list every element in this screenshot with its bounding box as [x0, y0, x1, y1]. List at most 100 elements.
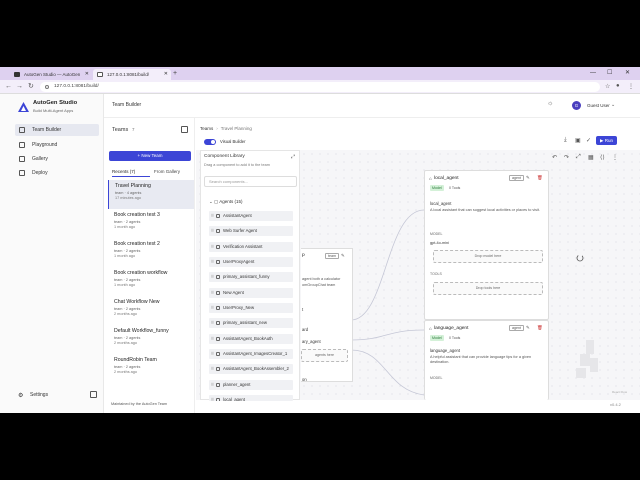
- library-item[interactable]: UserProxy_New: [209, 303, 293, 313]
- team-builder-icon: [19, 127, 25, 133]
- library-item[interactable]: planner_agent: [209, 380, 293, 390]
- edit-icon[interactable]: ✎: [526, 325, 530, 331]
- team-item[interactable]: Default Workflow_funny team · 2 agents 2…: [108, 325, 194, 354]
- team-time: 2 months ago: [114, 341, 138, 345]
- bot-icon: [216, 275, 220, 279]
- visual-builder-toggle[interactable]: [204, 139, 216, 145]
- gallery-icon: [19, 156, 25, 162]
- url-field[interactable]: 127.0.0.1:8081/build/: [40, 82, 600, 92]
- chevron-down-icon[interactable]: ⌄: [611, 102, 615, 108]
- team-node[interactable]: p team ✎ agent both a calculator omGroup…: [301, 248, 353, 382]
- react-flow-attribution[interactable]: React Flow: [612, 390, 627, 394]
- close-window-icon[interactable]: ✕: [625, 67, 630, 80]
- team-item[interactable]: Book creation test 2 team · 2 agents 1 m…: [108, 238, 194, 267]
- more-icon[interactable]: ⋮: [612, 154, 618, 161]
- minimap-block: [580, 354, 590, 366]
- fit-view-icon[interactable]: ⤢: [576, 154, 581, 161]
- sidebar-item-label: Deploy: [32, 170, 48, 176]
- node-row: ary_agent: [302, 339, 321, 344]
- forward-icon[interactable]: →: [16, 82, 23, 92]
- team-meta: team · 2 agents: [114, 249, 141, 253]
- library-item[interactable]: AssistantAgent_BookAuth: [209, 334, 293, 344]
- user-name[interactable]: Guest User: [587, 103, 610, 108]
- library-item[interactable]: Web Surfer Agent: [209, 226, 293, 236]
- edit-icon[interactable]: ✎: [526, 175, 530, 181]
- edit-icon[interactable]: ✎: [341, 253, 345, 259]
- drop-model-zone[interactable]: Drop model here: [433, 250, 543, 263]
- expand-icon[interactable]: ⤢: [291, 154, 295, 160]
- run-button[interactable]: ▶ Run: [596, 136, 617, 145]
- collapse-sidebar-icon[interactable]: [90, 391, 97, 398]
- save-icon[interactable]: ▣: [575, 137, 581, 144]
- library-item[interactable]: Verification Assistant: [209, 242, 293, 252]
- json-view-icon[interactable]: ⟨⟩: [600, 154, 605, 161]
- validate-icon[interactable]: ✓: [586, 137, 591, 144]
- breadcrumb-teams[interactable]: Teams: [200, 126, 213, 131]
- drop-tools-zone[interactable]: Drop tools here: [433, 282, 543, 295]
- browser-tab-build[interactable]: 127.0.0.1:8081/build/ ✕: [93, 69, 171, 80]
- agent-node-language-agent[interactable]: ⌂ language_agent agent ✎ 🗑 Model 0 Tools…: [424, 320, 549, 400]
- close-tab-icon[interactable]: ✕: [164, 69, 168, 80]
- site-info-icon[interactable]: [45, 85, 49, 89]
- team-item[interactable]: Book creation workflow team · 2 agents 1…: [108, 267, 194, 296]
- star-icon[interactable]: ☆: [605, 83, 610, 90]
- library-item[interactable]: local_agent: [209, 395, 293, 401]
- delete-icon[interactable]: 🗑: [537, 325, 543, 331]
- minimize-icon[interactable]: —: [590, 67, 596, 80]
- maximize-icon[interactable]: ☐: [607, 67, 612, 80]
- team-item[interactable]: Travel Planning team · 4 agents 17 minut…: [108, 180, 194, 209]
- undo-icon[interactable]: ↶: [552, 154, 557, 161]
- tab-from-gallery[interactable]: From Gallery: [154, 167, 194, 177]
- library-item[interactable]: New Agent: [209, 288, 293, 298]
- sun-icon[interactable]: ☼: [547, 100, 553, 107]
- close-tab-icon[interactable]: ✕: [85, 69, 89, 80]
- favicon-icon: [14, 72, 20, 77]
- library-item[interactable]: primary_assistant_funny: [209, 272, 293, 282]
- agents-section-header[interactable]: ⌄ ▢ Agents (15): [209, 199, 243, 205]
- new-team-button[interactable]: + New Team: [109, 151, 191, 161]
- library-item[interactable]: primary_assistant_new: [209, 318, 293, 328]
- sidebar-item-deploy[interactable]: Deploy: [15, 167, 99, 179]
- flow-canvas[interactable]: ↶ ↷ ⤢ ▦ ⟨⟩ ⋮ p team ✎ agent both a calcu: [196, 150, 640, 401]
- tab-recents[interactable]: Recents (7): [112, 167, 150, 177]
- menu-icon[interactable]: ⋮: [628, 83, 634, 90]
- library-item[interactable]: UserProxyAgent: [209, 257, 293, 267]
- library-item-label: UserProxy_New: [223, 305, 255, 310]
- model-pill: Model: [430, 335, 444, 341]
- browser-tab-bar: AutoGen Studio — AutoGen ✕ 127.0.0.1:808…: [0, 67, 640, 80]
- team-item[interactable]: Chat Workflow New team · 2 agents 2 mont…: [108, 296, 194, 325]
- team-item[interactable]: Book creation test 3 team · 2 agents 1 m…: [108, 209, 194, 238]
- library-item[interactable]: AssistantAgent_ImagesCreator_1: [209, 349, 293, 359]
- agent-node-local-agent[interactable]: ⌂ local_agent agent ✎ 🗑 Model 0 Tools lo…: [424, 170, 549, 320]
- team-node-name-fragment: p: [302, 253, 305, 258]
- browser-tab-autogen-docs[interactable]: AutoGen Studio — AutoGen ✕: [10, 69, 92, 80]
- sidebar-item-gallery[interactable]: Gallery: [15, 153, 99, 165]
- redo-icon[interactable]: ↷: [564, 154, 569, 161]
- footer-text: Maintained by the AutoGen Team: [111, 402, 168, 406]
- new-tab-icon[interactable]: +: [173, 69, 177, 79]
- back-icon[interactable]: ←: [5, 82, 12, 92]
- sidebar-item-team-builder[interactable]: Team Builder: [15, 124, 99, 136]
- delete-icon[interactable]: 🗑: [537, 175, 543, 181]
- library-item-label: primary_assistant_new: [223, 320, 267, 325]
- library-item[interactable]: AssistantAgent: [209, 211, 293, 221]
- minimap[interactable]: [572, 340, 602, 380]
- reload-icon[interactable]: ↻: [28, 82, 34, 92]
- team-name: Travel Planning: [115, 183, 151, 189]
- component-search-input[interactable]: Search components...: [204, 176, 297, 187]
- library-subtitle: Drag a component to add it to the team: [204, 163, 270, 167]
- team-item[interactable]: RoundRobin Team team · 2 agents 2 months…: [108, 354, 194, 383]
- panel-toggle-icon[interactable]: [181, 126, 188, 133]
- drop-agents-zone[interactable]: agents here: [301, 349, 348, 362]
- settings-link[interactable]: ⚙ Settings: [18, 392, 48, 399]
- team-builder: Teams › Travel Planning Visual Builder ⤓ ▣…: [196, 118, 640, 401]
- brand-title: AutoGen Studio: [33, 100, 78, 106]
- edge-lines: [350, 209, 425, 396]
- library-item[interactable]: AssistantAgent_BookAssembler_2: [209, 364, 293, 374]
- download-icon[interactable]: ⤓: [564, 137, 567, 144]
- profile-icon[interactable]: ●: [616, 83, 620, 89]
- app: AutoGen Studio Build Multi-Agent Apps Te…: [0, 94, 640, 413]
- grid-icon[interactable]: ▦: [588, 154, 594, 161]
- avatar[interactable]: G: [572, 101, 581, 110]
- sidebar-item-playground[interactable]: Playground: [15, 139, 99, 151]
